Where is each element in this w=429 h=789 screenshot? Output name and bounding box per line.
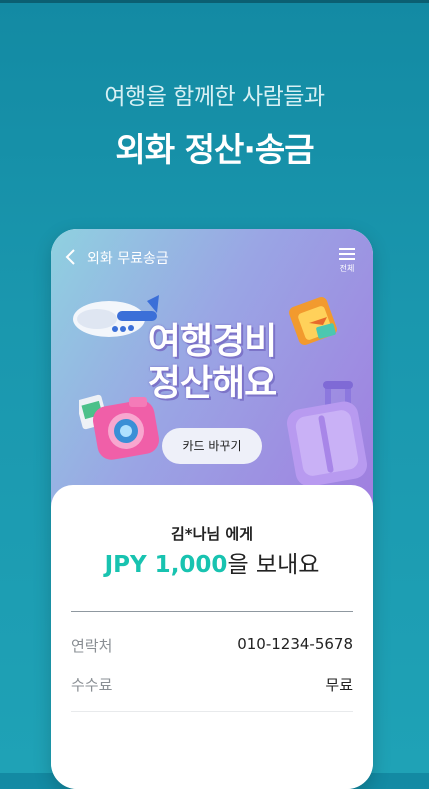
amount-value: JPY 1,000 <box>104 552 228 578</box>
promo-banner: 외화 무료송금 전체 여행경비 정산해요 카드 바꾸기 <box>51 229 373 509</box>
hamburger-icon <box>335 248 359 260</box>
divider <box>71 611 353 612</box>
transfer-sheet: 김*나님 에게 JPY 1,000을 보내요 연락처 010-1234-5678… <box>51 485 373 789</box>
recipient-label: 김*나님 에게 <box>170 525 254 543</box>
contact-value: 010-1234-5678 <box>237 635 353 653</box>
amount-line: JPY 1,000을 보내요 <box>51 545 373 579</box>
amount-suffix: 을 보내요 <box>227 552 320 578</box>
headline-subtitle: 여행을 함께한 사람들과 <box>104 84 325 110</box>
divider <box>71 711 353 712</box>
fee-value: 무료 <box>325 676 353 694</box>
status-bar <box>0 0 429 3</box>
phone-frame: 외화 무료송금 전체 여행경비 정산해요 카드 바꾸기 김*나님 에게 JPY … <box>51 229 373 789</box>
fee-label: 수수료 <box>71 676 113 694</box>
back-arrow-icon[interactable] <box>65 249 77 265</box>
nav-title: 외화 무료송금 <box>87 251 169 267</box>
menu-button[interactable]: 전체 <box>335 245 359 274</box>
headline-title: 외화 정산·송금 <box>115 130 314 169</box>
change-card-button[interactable]: 카드 바꾸기 <box>162 428 262 464</box>
banner-title-line1: 여행경비 <box>147 321 277 362</box>
contact-label: 연락처 <box>71 637 113 655</box>
banner-title: 여행경비 정산해요 <box>51 321 373 405</box>
menu-label: 전체 <box>339 264 355 273</box>
banner-title-line2: 정산해요 <box>147 363 277 404</box>
